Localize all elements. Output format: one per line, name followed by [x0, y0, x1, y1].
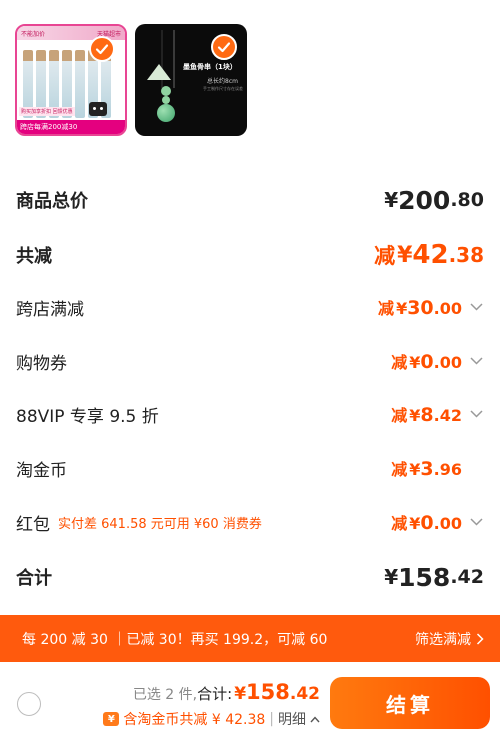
- tmall-cat-logo-icon: [89, 102, 107, 116]
- product-thumbnail-pendant[interactable]: 墨鱼骨串（1块） 总长约8cm 手工制作尺寸存在误差: [135, 24, 247, 136]
- cross-store-amount: 减 ¥30.00: [378, 297, 462, 319]
- pendant-bead: [162, 96, 170, 104]
- gold-coin-row: 淘金币 减 ¥3.96: [16, 453, 484, 483]
- checkout-button[interactable]: 结算: [330, 677, 490, 729]
- footer-total-dec: .42: [289, 684, 320, 704]
- total-reduction-label: 共减: [16, 246, 52, 267]
- selected-count: 已选 2 件,: [132, 687, 198, 703]
- product-subtitle: 总长约8cm: [207, 78, 238, 85]
- shopping-coupon-row[interactable]: 购物券 减 ¥0.00: [16, 346, 484, 376]
- grand-total-amount: ¥158.42: [384, 562, 484, 592]
- vip-amount: 减 ¥8.42: [391, 404, 462, 426]
- goods-total-row: 商品总价 ¥200.80: [16, 185, 484, 215]
- total-reduction-amount: 减 ¥42.38: [374, 240, 484, 270]
- product-small-band: 购买加享折扣 回馈优惠: [19, 107, 75, 116]
- product-thumbnail-toner[interactable]: 不能加价 天猫超市 购买加享折扣 回馈优惠 跨店每满200减30: [15, 24, 127, 136]
- goods-total-label: 商品总价: [16, 191, 88, 212]
- footer-total-label: 合计:: [197, 685, 233, 703]
- gold-coin-label: 淘金币: [16, 460, 67, 481]
- vip-label: 88VIP 专享 9.5 折: [16, 406, 159, 427]
- red-packet-note: 实付差 641.58 元可用 ¥60 消费券: [58, 516, 262, 532]
- pendant-bead: [161, 86, 171, 96]
- red-packet-label: 红包: [16, 514, 50, 535]
- gold-coin-icon: ¥: [103, 712, 120, 726]
- chevron-up-icon[interactable]: [310, 715, 320, 723]
- product-note: 手工制作尺寸存在误差: [203, 86, 243, 91]
- footer-summary: 已选 2 件, 合计: ¥158.42: [133, 680, 320, 704]
- coin-reduction-text: 含淘金币共减 ¥ 42.38: [123, 712, 266, 728]
- grand-total-label: 合计: [16, 568, 52, 589]
- product-promo-text: 跨店每满200减30: [20, 123, 78, 131]
- filter-discount-label: 筛选满减: [415, 631, 471, 648]
- product-top-left-text: 不能加价: [21, 31, 46, 38]
- divider: |: [269, 711, 274, 727]
- pendant-bell: [157, 104, 175, 122]
- total-reduction-row: 共减 减 ¥42.38: [16, 240, 484, 270]
- red-packet-amount: 减 ¥0.00: [391, 512, 462, 534]
- filter-discount-link[interactable]: 筛选满减: [415, 629, 484, 649]
- detail-toggle[interactable]: 明细: [278, 709, 306, 729]
- footer-currency: ¥: [234, 684, 247, 704]
- chevron-down-icon[interactable]: [468, 514, 484, 530]
- chevron-down-icon[interactable]: [468, 299, 484, 315]
- product-promo-band: 跨店每满200减30: [17, 120, 125, 134]
- product-title: 墨鱼骨串（1块）: [183, 63, 237, 71]
- selected-products: 不能加价 天猫超市 购买加享折扣 回馈优惠 跨店每满200减30 墨鱼骨串（1块…: [15, 24, 247, 136]
- footer-total-int: 158: [246, 680, 290, 704]
- cross-store-discount-row[interactable]: 跨店满减 减 ¥30.00: [16, 292, 484, 322]
- coupon-label: 购物券: [16, 353, 67, 374]
- footer-coin-line: ¥ 含淘金币共减 ¥ 42.38 | 明细: [103, 709, 320, 729]
- cross-store-label: 跨店满减: [16, 299, 84, 320]
- coupon-amount: 减 ¥0.00: [391, 351, 462, 373]
- selected-check-icon[interactable]: [89, 36, 115, 62]
- goods-total-amount: ¥200.80: [384, 185, 484, 215]
- select-all-radio[interactable]: [17, 692, 41, 716]
- cross-store-promo-bar: 每 200 减 30 ｜已减 30！再买 199.2，可减 60 筛选满减: [0, 615, 500, 662]
- checkout-footer: 已选 2 件, 合计: ¥158.42 ¥ 含淘金币共减 ¥ 42.38 | 明…: [0, 662, 500, 736]
- chevron-down-icon[interactable]: [468, 353, 484, 369]
- chevron-right-icon: [476, 632, 484, 645]
- selected-check-icon[interactable]: [211, 34, 237, 60]
- chevron-down-icon[interactable]: [468, 406, 484, 422]
- grand-total-row: 合计 ¥158.42: [16, 562, 484, 592]
- gold-coin-amount: 减 ¥3.96: [391, 458, 462, 480]
- vip-discount-row[interactable]: 88VIP 专享 9.5 折 减 ¥8.42: [16, 399, 484, 429]
- promo-bar-text: 每 200 减 30 ｜已减 30！再买 199.2，可减 60: [22, 631, 328, 648]
- red-packet-row[interactable]: 红包 实付差 641.58 元可用 ¥60 消费券 减 ¥0.00: [16, 507, 484, 537]
